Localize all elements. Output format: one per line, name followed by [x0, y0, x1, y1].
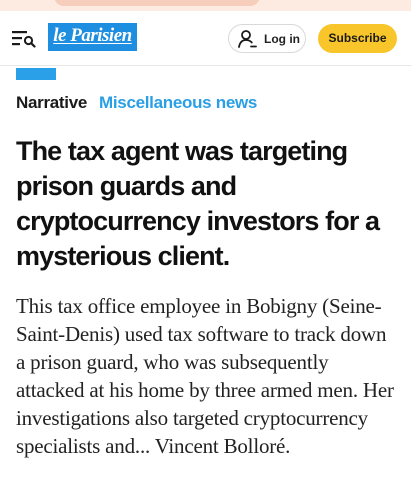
promo-banner[interactable]	[0, 0, 411, 11]
article-type-tag: Narrative	[16, 93, 88, 112]
login-label: Log in	[264, 31, 300, 46]
subscribe-button[interactable]: Subscribe	[318, 24, 397, 53]
menu-search-icon	[12, 31, 36, 48]
category-link[interactable]: Miscellaneous news	[99, 93, 257, 112]
le-parisien-logo[interactable]: le Parisien	[48, 23, 137, 51]
login-button[interactable]: Log in	[228, 24, 306, 53]
section-accent-bar	[16, 68, 56, 80]
article-lede: This tax office employee in Bobigny (Sei…	[16, 294, 394, 458]
article-headline: The tax agent was targeting prison guard…	[16, 136, 380, 271]
site-header: le Parisien Log in Subscribe	[0, 11, 411, 66]
page: le Parisien Log in Subscribe Narrative Mi…	[0, 0, 411, 500]
article-tags: Narrative Miscellaneous news	[16, 93, 257, 117]
promo-pill[interactable]	[54, 0, 260, 6]
menu-search-button[interactable]	[12, 30, 36, 48]
user-icon	[238, 29, 257, 48]
